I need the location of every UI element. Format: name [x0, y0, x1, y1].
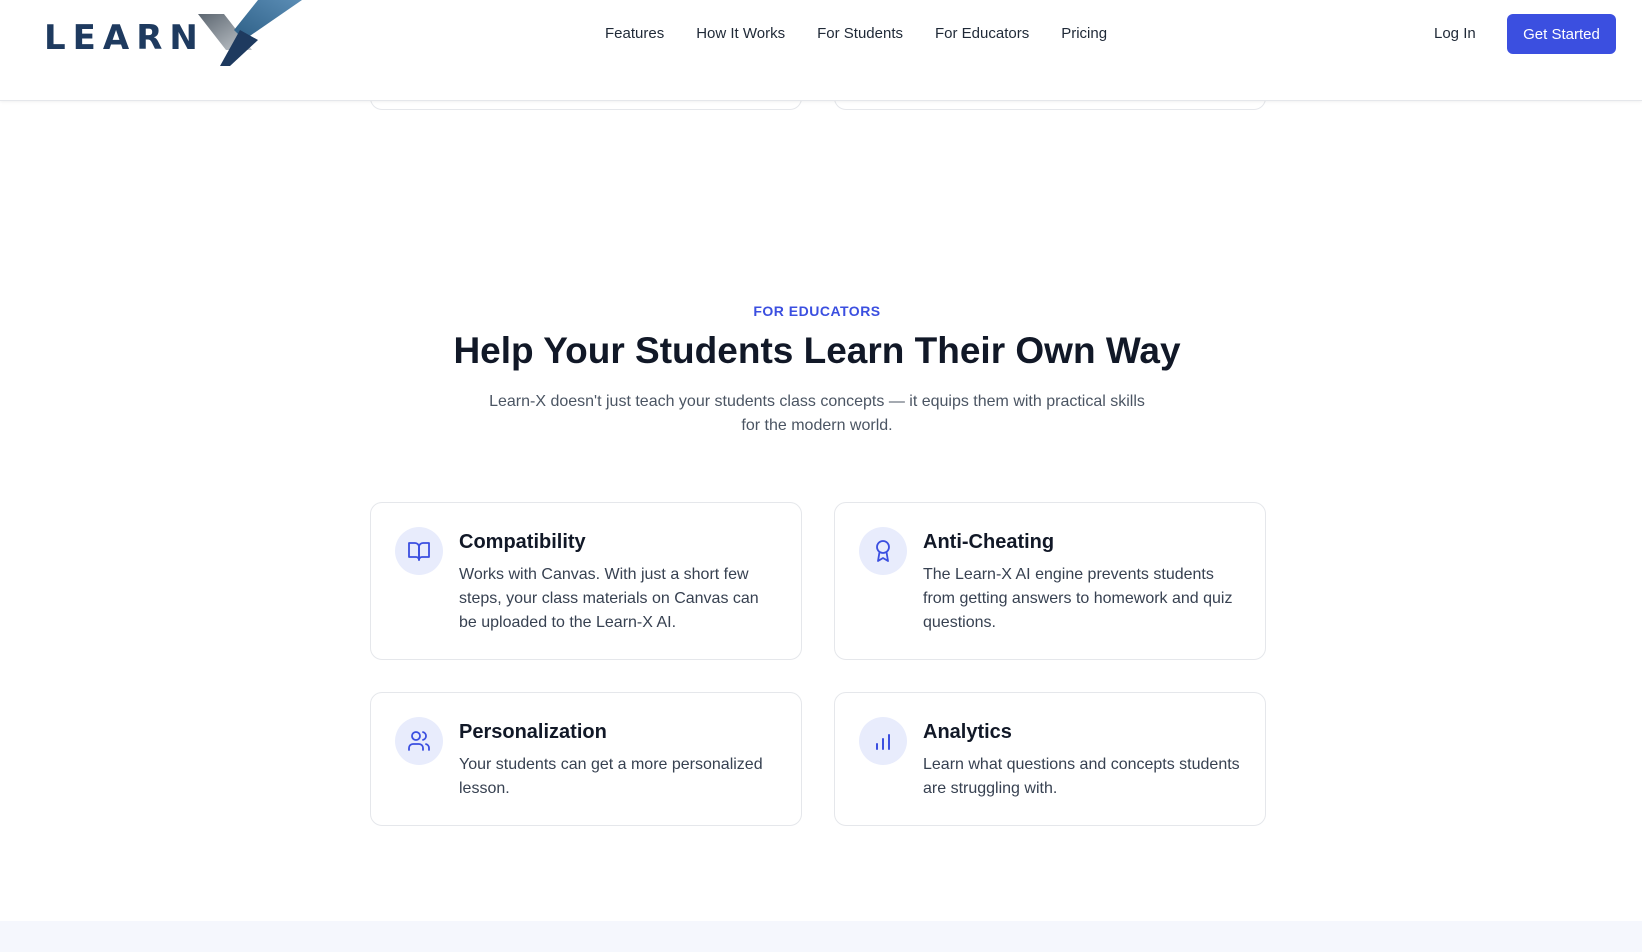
card-title: Compatibility — [459, 531, 586, 553]
main-nav: Features How It Works For Students For E… — [605, 24, 1107, 44]
nav-features[interactable]: Features — [605, 24, 664, 44]
users-icon — [395, 717, 443, 765]
login-link[interactable]: Log In — [1434, 24, 1476, 44]
nav-pricing[interactable]: Pricing — [1061, 24, 1107, 44]
section-eyebrow: FOR EDUCATORS — [753, 303, 881, 319]
nav-for-educators[interactable]: For Educators — [935, 24, 1029, 44]
logo-x-mark — [198, 0, 302, 66]
get-started-button[interactable]: Get Started — [1507, 14, 1616, 54]
section-title: Help Your Students Learn Their Own Way — [453, 330, 1181, 371]
section-subtitle: Learn-X doesn't just teach your students… — [489, 393, 1145, 434]
feature-card-anti-cheating: Anti-Cheating The Learn-X AI engine prev… — [834, 502, 1266, 660]
card-body: Your students can get a more personalize… — [459, 756, 763, 797]
card-body: The Learn-X AI engine prevents students … — [923, 566, 1233, 631]
card-title: Analytics — [923, 721, 1012, 743]
nav-how-it-works[interactable]: How It Works — [696, 24, 785, 44]
feature-card-compatibility: Compatibility Works with Canvas. With ju… — [370, 502, 802, 660]
card-title: Anti-Cheating — [923, 531, 1055, 553]
logo-wordmark: LEARN — [44, 18, 205, 58]
feature-card-analytics: Analytics Learn what questions and conce… — [834, 692, 1266, 826]
site-header: LEARN Features How It Works For Students… — [0, 0, 1642, 101]
card-body: Works with Canvas. With just a short few… — [459, 566, 759, 631]
card-body: Learn what questions and concepts studen… — [923, 756, 1240, 797]
next-section-band — [0, 921, 1642, 952]
card-title: Personalization — [459, 721, 607, 743]
award-icon — [859, 527, 907, 575]
bar-chart-icon — [859, 717, 907, 765]
book-open-icon — [395, 527, 443, 575]
feature-card-personalization: Personalization Your students can get a … — [370, 692, 802, 826]
page: LEARN Features How It Works For Students… — [0, 0, 1642, 952]
nav-for-students[interactable]: For Students — [817, 24, 903, 44]
learnx-logo[interactable]: LEARN — [44, 0, 302, 66]
